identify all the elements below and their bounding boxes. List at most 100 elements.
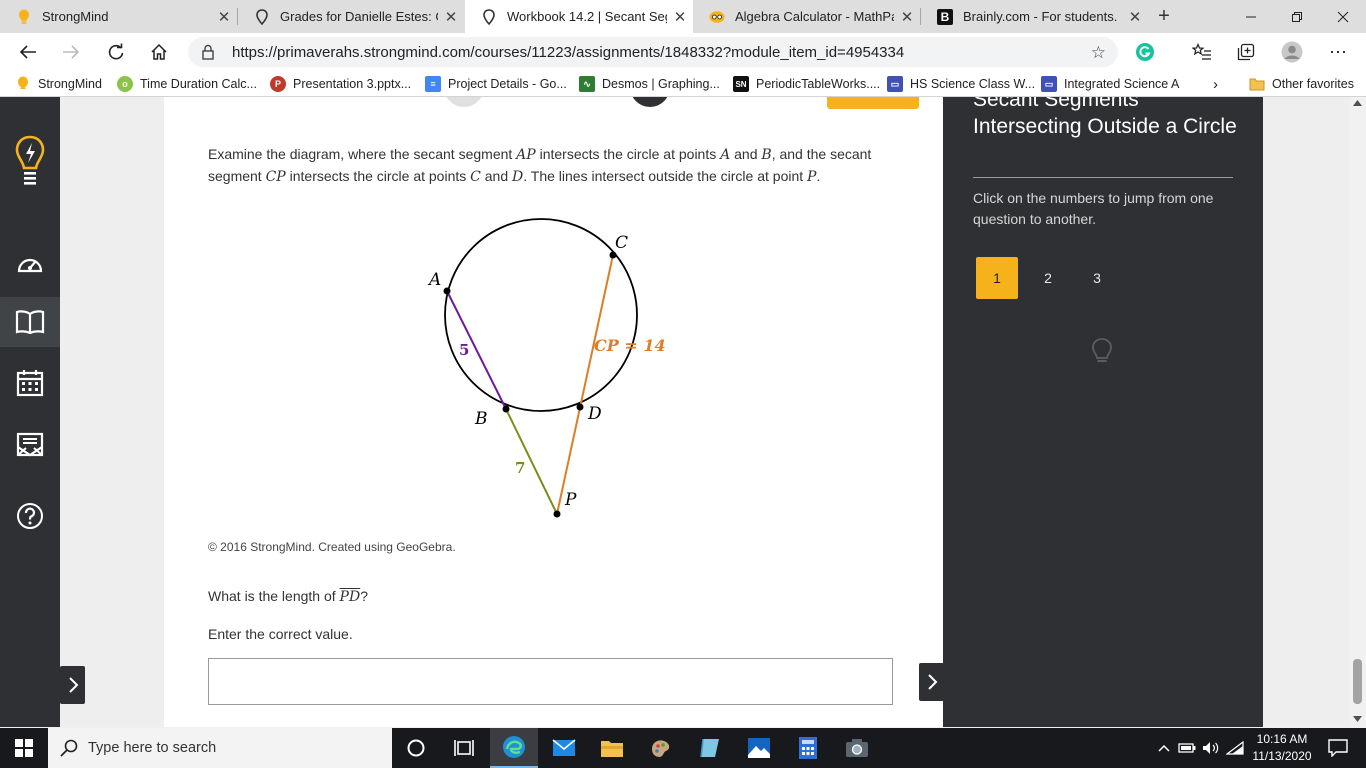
bookmark-label: Project Details - Go... bbox=[448, 77, 567, 91]
bookmark-presentation[interactable]: P Presentation 3.pptx... bbox=[270, 75, 411, 93]
restore-icon[interactable] bbox=[1274, 0, 1320, 33]
scrollbar-thumb[interactable] bbox=[1353, 659, 1362, 704]
previous-panel-button[interactable] bbox=[60, 666, 85, 704]
action-center-icon[interactable] bbox=[1318, 728, 1358, 768]
bookmark-strongmind[interactable]: StrongMind bbox=[15, 75, 102, 93]
top-control-circle[interactable] bbox=[444, 97, 484, 107]
edge-browser-taskbar-icon[interactable] bbox=[490, 728, 538, 768]
home-icon[interactable] bbox=[143, 36, 175, 68]
folder-icon bbox=[1249, 76, 1265, 92]
taskbar-search-box[interactable]: Type here to search bbox=[48, 728, 392, 768]
question-number-2[interactable]: 2 bbox=[1027, 257, 1069, 299]
favorite-star-icon[interactable]: ☆ bbox=[1091, 43, 1106, 63]
calculator-taskbar-icon[interactable] bbox=[784, 728, 832, 768]
strongmind-logo-icon[interactable] bbox=[0, 129, 60, 193]
next-question-button[interactable] bbox=[919, 663, 944, 701]
refresh-icon[interactable] bbox=[100, 36, 132, 68]
windows-start-icon[interactable] bbox=[0, 728, 48, 768]
browser-tab-strip: StrongMind ✕ Grades for Danielle Estes: … bbox=[0, 0, 1366, 33]
courses-book-icon[interactable] bbox=[0, 297, 60, 347]
tab-close-icon[interactable]: ✕ bbox=[211, 8, 237, 26]
tab-mathpapa[interactable]: Algebra Calculator - MathPapa ✕ bbox=[693, 0, 920, 33]
cortana-icon[interactable] bbox=[394, 728, 438, 768]
mail-taskbar-icon[interactable] bbox=[540, 728, 588, 768]
bookmark-label: Presentation 3.pptx... bbox=[293, 77, 412, 91]
tab-close-icon[interactable]: ✕ bbox=[667, 8, 693, 26]
chevron-right-icon bbox=[927, 674, 937, 690]
bookmark-label: Time Duration Calc... bbox=[140, 77, 257, 91]
favorites-list-icon[interactable] bbox=[1186, 36, 1218, 68]
bookmark-label: Other favorites bbox=[1272, 77, 1354, 91]
file-explorer-taskbar-icon[interactable] bbox=[588, 728, 636, 768]
task-view-icon[interactable] bbox=[442, 728, 486, 768]
point-d-dot bbox=[576, 403, 584, 411]
sidebar-title-line1: Secant Segments bbox=[973, 97, 1139, 111]
wifi-icon[interactable] bbox=[1224, 728, 1246, 768]
segment-cp bbox=[556, 254, 614, 515]
profile-avatar-icon[interactable] bbox=[1276, 36, 1308, 68]
bookmark-time-duration[interactable]: o Time Duration Calc... bbox=[117, 75, 257, 93]
back-arrow-icon[interactable] bbox=[12, 36, 44, 68]
bookmark-integrated-science[interactable]: ▭ Integrated Science A bbox=[1041, 75, 1179, 93]
tab-strongmind[interactable]: StrongMind ✕ bbox=[0, 0, 237, 33]
tab-close-icon[interactable]: ✕ bbox=[1122, 8, 1148, 26]
math-segment-pd: PD bbox=[339, 589, 361, 605]
tray-chevron-up-icon[interactable] bbox=[1154, 728, 1174, 768]
new-tab-plus-icon[interactable]: + bbox=[1150, 0, 1178, 33]
paint-3d-taskbar-icon[interactable] bbox=[637, 728, 685, 768]
tab-close-icon[interactable]: ✕ bbox=[438, 8, 464, 26]
help-question-icon[interactable] bbox=[0, 491, 60, 541]
google-docs-icon: ≡ bbox=[425, 76, 441, 92]
collections-icon[interactable] bbox=[1230, 36, 1262, 68]
answer-input[interactable] bbox=[208, 658, 893, 705]
bookmark-project-details[interactable]: ≡ Project Details - Go... bbox=[425, 75, 567, 93]
page-scrollbar[interactable] bbox=[1349, 97, 1366, 727]
forward-arrow-icon[interactable] bbox=[55, 36, 87, 68]
top-control-circle-dark[interactable] bbox=[630, 97, 670, 107]
dashboard-gauge-icon[interactable] bbox=[0, 239, 60, 289]
bookmark-label: Desmos | Graphing... bbox=[602, 77, 720, 91]
volume-icon[interactable] bbox=[1200, 728, 1222, 768]
math-point-c: C bbox=[470, 169, 481, 185]
camera-taskbar-icon[interactable] bbox=[833, 728, 881, 768]
question-number-3[interactable]: 3 bbox=[1076, 257, 1118, 299]
address-bar[interactable]: https://primaverahs.strongmind.com/cours… bbox=[188, 37, 1118, 67]
taskbar-clock[interactable]: 10:16 AM 11/13/2020 bbox=[1248, 731, 1316, 765]
grammarly-icon[interactable] bbox=[1129, 36, 1161, 68]
sidebar-title: Intersecting Outside a Circle bbox=[973, 115, 1237, 138]
scroll-down-icon bbox=[1353, 716, 1362, 722]
tab-workbook[interactable]: Workbook 14.2 | Secant Segme ✕ bbox=[465, 0, 693, 33]
question-number-1[interactable]: 1 bbox=[976, 257, 1018, 299]
question-content-panel: Examine the diagram, where the secant se… bbox=[164, 97, 943, 727]
sticky-notes-taskbar-icon[interactable] bbox=[686, 728, 734, 768]
tab-brainly[interactable]: B Brainly.com - For students. By ✕ bbox=[921, 0, 1148, 33]
top-action-button[interactable] bbox=[827, 97, 919, 109]
bookmarks-overflow-chevron-icon[interactable]: › bbox=[1213, 75, 1218, 93]
tab-grades[interactable]: Grades for Danielle Estes: Geo ✕ bbox=[238, 0, 464, 33]
more-menu-icon[interactable]: ⋯ bbox=[1322, 36, 1354, 68]
point-p-dot bbox=[553, 510, 561, 518]
question-prompt: What is the length of PD? bbox=[208, 588, 368, 605]
bookmark-periodic-table[interactable]: SN PeriodicTableWorks.... bbox=[733, 75, 880, 93]
url-text[interactable]: https://primaverahs.strongmind.com/cours… bbox=[232, 44, 904, 61]
minimize-icon[interactable] bbox=[1228, 0, 1274, 33]
bookmark-desmos[interactable]: ∿ Desmos | Graphing... bbox=[579, 75, 720, 93]
bookmark-other-favorites[interactable]: Other favorites bbox=[1249, 75, 1354, 93]
address-toolbar: https://primaverahs.strongmind.com/cours… bbox=[0, 33, 1366, 71]
calendar-icon[interactable] bbox=[0, 358, 60, 408]
label-point-c: C bbox=[615, 233, 628, 253]
answer-instruction: Enter the correct value. bbox=[208, 626, 353, 642]
photos-taskbar-icon[interactable] bbox=[735, 728, 783, 768]
close-window-icon[interactable] bbox=[1320, 0, 1366, 33]
battery-icon[interactable] bbox=[1176, 728, 1198, 768]
math-segment-ap: AP bbox=[516, 147, 536, 163]
inbox-mail-icon[interactable] bbox=[0, 419, 60, 469]
lock-icon[interactable] bbox=[202, 44, 214, 65]
math-point-a: A bbox=[720, 147, 731, 163]
hint-lightbulb-icon[interactable] bbox=[1091, 337, 1113, 370]
tab-title: Brainly.com - For students. By bbox=[963, 9, 1122, 24]
label-ab-length: 5 bbox=[459, 341, 469, 359]
tab-close-icon[interactable]: ✕ bbox=[894, 8, 920, 26]
question-intro-text: Examine the diagram, where the secant se… bbox=[208, 146, 872, 185]
bookmark-hs-science[interactable]: ▭ HS Science Class W... bbox=[887, 75, 1035, 93]
